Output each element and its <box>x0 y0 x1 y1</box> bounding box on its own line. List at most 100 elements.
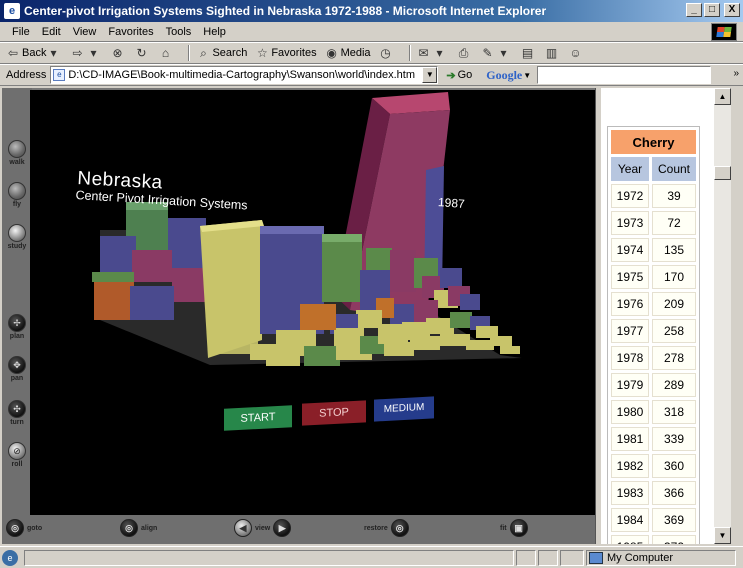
plan-button[interactable]: ✢ plan <box>5 314 29 340</box>
fly-label: fly <box>12 201 22 208</box>
scroll-down-button[interactable]: ▼ <box>714 527 731 544</box>
year-cell: 1978 <box>611 346 649 370</box>
research-button[interactable]: ▥ <box>545 46 561 60</box>
stop-button[interactable]: ⊗ <box>110 46 126 60</box>
count-cell: 170 <box>652 265 696 289</box>
fit-label: fit <box>500 524 507 532</box>
menu-favorites[interactable]: Favorites <box>102 26 159 38</box>
maximize-button[interactable]: □ <box>704 3 720 17</box>
walk-button[interactable]: walk <box>5 140 29 166</box>
address-bar: Address e D:\CD-IMAGE\Book-multimedia-Ca… <box>0 64 743 86</box>
address-label: Address <box>6 69 47 81</box>
vrml-scene[interactable]: Nebraska Center Pivot Irrigation Systems… <box>30 90 595 515</box>
favorites-button[interactable]: ☆ Favorites <box>255 46 317 60</box>
stop-animation-button[interactable]: STOP <box>302 400 366 426</box>
search-button[interactable]: ⌕ Search <box>196 46 247 60</box>
count-header: Count <box>652 157 696 181</box>
year-header: Year <box>611 157 649 181</box>
mail-icon: ✉ <box>418 46 429 60</box>
close-button[interactable]: X <box>724 3 740 17</box>
year-cell: 1984 <box>611 508 649 532</box>
nav-panel: walk fly study ✢ plan ✥ pan ✣ turn ⊘ rol… <box>2 88 32 544</box>
chevron-right-icon[interactable]: » <box>733 68 739 79</box>
view-button[interactable]: ◀ view ▶ <box>234 519 292 537</box>
year-cell: 1974 <box>611 238 649 262</box>
google-toolbar-button[interactable]: Google ▼ <box>486 68 531 83</box>
back-button[interactable]: ⇦ Back ▾ <box>6 46 62 60</box>
home-button[interactable]: ⌂ <box>158 46 174 60</box>
fit-icon: ▣ <box>509 519 528 537</box>
turn-button[interactable]: ✣ turn <box>5 400 29 426</box>
count-cell: 366 <box>652 481 696 505</box>
media-button[interactable]: ◉ Media <box>325 46 370 60</box>
menu-view[interactable]: View <box>67 26 103 38</box>
fly-button[interactable]: fly <box>5 182 29 208</box>
scroll-thumb[interactable] <box>714 166 731 180</box>
menu-tools[interactable]: Tools <box>160 26 198 38</box>
year-cell: 1983 <box>611 481 649 505</box>
edit-icon: ✎ <box>482 46 493 60</box>
print-icon: ⎙ <box>458 46 469 60</box>
search-label: Search <box>212 47 248 59</box>
refresh-button[interactable]: ↻ <box>134 46 150 60</box>
address-input[interactable]: e D:\CD-IMAGE\Book-multimedia-Cartograph… <box>50 66 439 84</box>
view-prev-icon: ◀ <box>234 519 252 537</box>
restore-label: restore <box>364 524 388 532</box>
plan-icon: ✢ <box>8 314 26 332</box>
messenger-button[interactable]: ☺ <box>569 46 585 60</box>
align-button[interactable]: ◎ align <box>120 519 157 537</box>
menu-edit[interactable]: Edit <box>36 26 67 38</box>
pan-button[interactable]: ✥ pan <box>5 356 29 382</box>
year-cell: 1973 <box>611 211 649 235</box>
edit-button[interactable]: ✎ ▾ <box>481 46 513 60</box>
study-button[interactable]: study <box>5 224 29 250</box>
table-row: 1978 278 <box>611 346 696 370</box>
turn-label: turn <box>10 419 24 426</box>
table-row: 1984 369 <box>611 508 696 532</box>
title-bar: e Center-pivot Irrigation Systems Sighte… <box>0 0 743 22</box>
mail-button[interactable]: ✉ ▾ <box>417 46 449 60</box>
history-button[interactable]: ◷ <box>379 46 395 60</box>
table-row: 1972 39 <box>611 184 696 208</box>
roll-button[interactable]: ⊘ roll <box>5 442 29 468</box>
google-search-input[interactable] <box>537 66 712 84</box>
scroll-up-button[interactable]: ▲ <box>714 88 731 105</box>
address-dropdown-button[interactable]: ▼ <box>422 67 438 83</box>
minimize-button[interactable]: _ <box>686 3 702 17</box>
table-row: 1974 135 <box>611 238 696 262</box>
count-cell: 39 <box>652 184 696 208</box>
dropdown-arrow-icon: ▾ <box>436 46 443 60</box>
discuss-button[interactable]: ▤ <box>521 46 537 60</box>
pan-icon: ✥ <box>8 356 26 374</box>
go-button[interactable]: ➔ Go <box>446 69 472 82</box>
restore-button[interactable]: restore ◎ <box>364 519 409 537</box>
page-icon: e <box>53 69 66 81</box>
restore-icon: ◎ <box>390 519 409 537</box>
vertical-scrollbar[interactable]: ▲ ▼ <box>714 88 731 544</box>
google-logo: Google <box>486 67 523 82</box>
stop-icon: ⊗ <box>112 46 123 60</box>
table-row: 1985372 <box>611 535 696 544</box>
speed-medium-button[interactable]: MEDIUM <box>374 396 434 422</box>
forward-button[interactable]: ⇨ ▾ <box>70 46 102 60</box>
year-cell: 1975 <box>611 265 649 289</box>
count-cell: 372 <box>652 535 696 544</box>
print-button[interactable]: ⎙ <box>457 46 473 60</box>
page-status-icon: e <box>2 549 18 566</box>
goto-button[interactable]: ◎ goto <box>6 519 42 537</box>
history-icon: ◷ <box>380 46 391 60</box>
year-cell: 1979 <box>611 373 649 397</box>
start-button[interactable]: START <box>224 405 292 431</box>
county-name: Cherry <box>611 130 696 154</box>
computer-icon <box>589 552 603 564</box>
window-title: Center-pivot Irrigation Systems Sighted … <box>24 4 547 18</box>
menu-file[interactable]: File <box>6 26 36 38</box>
count-cell: 258 <box>652 319 696 343</box>
table-row: 1983 366 <box>611 481 696 505</box>
menu-help[interactable]: Help <box>197 26 232 38</box>
fit-button[interactable]: fit ▣ <box>500 519 528 537</box>
count-cell: 339 <box>652 427 696 451</box>
fly-icon <box>8 182 26 200</box>
roll-icon: ⊘ <box>8 442 26 460</box>
viewer-bottom-bar: ◎ goto ◎ align ◀ view ▶ restore ◎ fit ▣ <box>2 515 597 544</box>
